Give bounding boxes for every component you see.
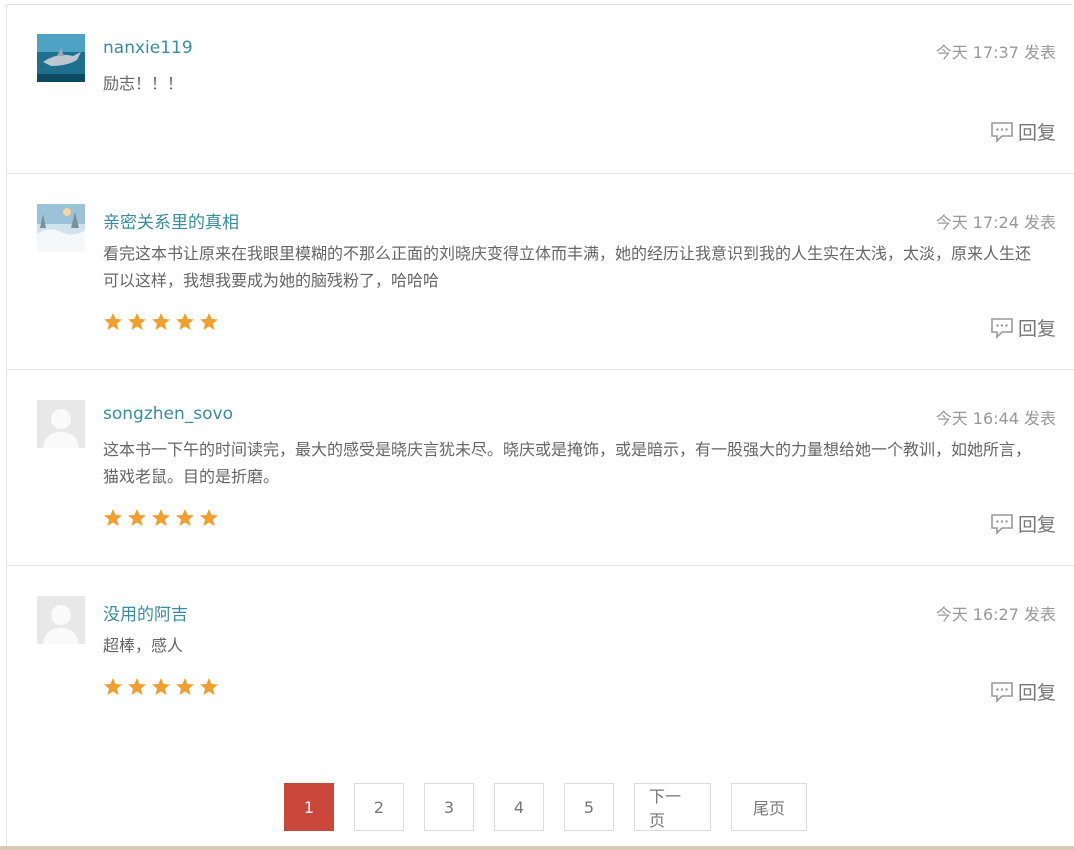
- comment-username[interactable]: nanxie119: [103, 38, 193, 58]
- page-button-2[interactable]: 2: [354, 783, 404, 831]
- reply-label: 回复: [1017, 122, 1056, 144]
- star-icon: [128, 678, 146, 695]
- reply-button[interactable]: 回复: [990, 678, 1056, 705]
- star-icon: [104, 313, 122, 330]
- reply-button[interactable]: 回复: [990, 118, 1056, 145]
- default-avatar[interactable]: [37, 400, 85, 448]
- comment-time: 今天 16:44 发表: [935, 409, 1056, 428]
- page-button-3[interactable]: 3: [424, 783, 474, 831]
- comment-text: 励志！！！: [103, 74, 184, 93]
- comment-bubble-icon: [991, 317, 1013, 339]
- rating-stars: [103, 312, 219, 332]
- reply-label: 回复: [1017, 682, 1056, 704]
- comment-username[interactable]: 亲密关系里的真相: [103, 208, 239, 233]
- star-icon: [176, 509, 194, 526]
- star-icon: [176, 678, 194, 695]
- last-page-button[interactable]: 尾页: [731, 783, 807, 831]
- pagination: 1 2 3 4 5 下一页 尾页: [284, 783, 807, 831]
- star-icon: [128, 509, 146, 526]
- comment-item: songzhen_sovo 今天 16:44 发表 这本书一下午的时间读完，最大…: [7, 370, 1074, 566]
- comment-text: 这本书一下午的时间读完，最大的感受是晓庆言犹未尽。晓庆或是掩饰，或是暗示，有一股…: [103, 440, 1032, 486]
- comment-time: 今天 17:24 发表: [935, 213, 1056, 232]
- reply-button[interactable]: 回复: [990, 314, 1056, 341]
- comment-text: 看完这本书让原来在我眼里模糊的不那么正面的刘晓庆变得立体而丰满，她的经历让我意识…: [103, 244, 1032, 290]
- page-button-1[interactable]: 1: [284, 783, 334, 831]
- comment-time: 今天 16:27 发表: [935, 605, 1056, 624]
- page-button-4[interactable]: 4: [494, 783, 544, 831]
- star-icon: [176, 313, 194, 330]
- comment-bubble-icon: [991, 681, 1013, 703]
- reply-label: 回复: [1017, 318, 1056, 340]
- star-icon: [152, 678, 170, 695]
- rating-stars: [103, 508, 219, 528]
- star-icon: [152, 313, 170, 330]
- rating-stars: [103, 677, 219, 697]
- comment-bubble-icon: [991, 513, 1013, 535]
- star-icon: [152, 509, 170, 526]
- star-icon: [128, 313, 146, 330]
- star-icon: [200, 678, 218, 695]
- default-avatar[interactable]: [37, 596, 85, 644]
- next-page-button[interactable]: 下一页: [634, 783, 711, 831]
- star-icon: [104, 509, 122, 526]
- comment-time: 今天 17:37 发表: [935, 43, 1056, 62]
- star-icon: [104, 678, 122, 695]
- star-icon: [200, 313, 218, 330]
- comment-username[interactable]: 没用的阿吉: [103, 600, 188, 625]
- comment-username[interactable]: songzhen_sovo: [103, 404, 233, 424]
- comment-text: 超棒，感人: [103, 636, 184, 655]
- page-bottom-edge: [0, 846, 1074, 850]
- snow-landscape-avatar[interactable]: [37, 204, 85, 252]
- shark-avatar[interactable]: [37, 34, 85, 82]
- comment-item: nanxie119 今天 17:37 发表 励志！！！ 回复: [7, 4, 1074, 174]
- star-icon: [200, 509, 218, 526]
- comment-item: 亲密关系里的真相 今天 17:24 发表 看完这本书让原来在我眼里模糊的不那么正…: [7, 174, 1074, 370]
- reply-label: 回复: [1017, 514, 1056, 536]
- comment-bubble-icon: [991, 121, 1013, 143]
- page-button-5[interactable]: 5: [564, 783, 614, 831]
- comment-item: 没用的阿吉 今天 16:27 发表 超棒，感人 回复: [7, 566, 1074, 736]
- reply-button[interactable]: 回复: [990, 510, 1056, 537]
